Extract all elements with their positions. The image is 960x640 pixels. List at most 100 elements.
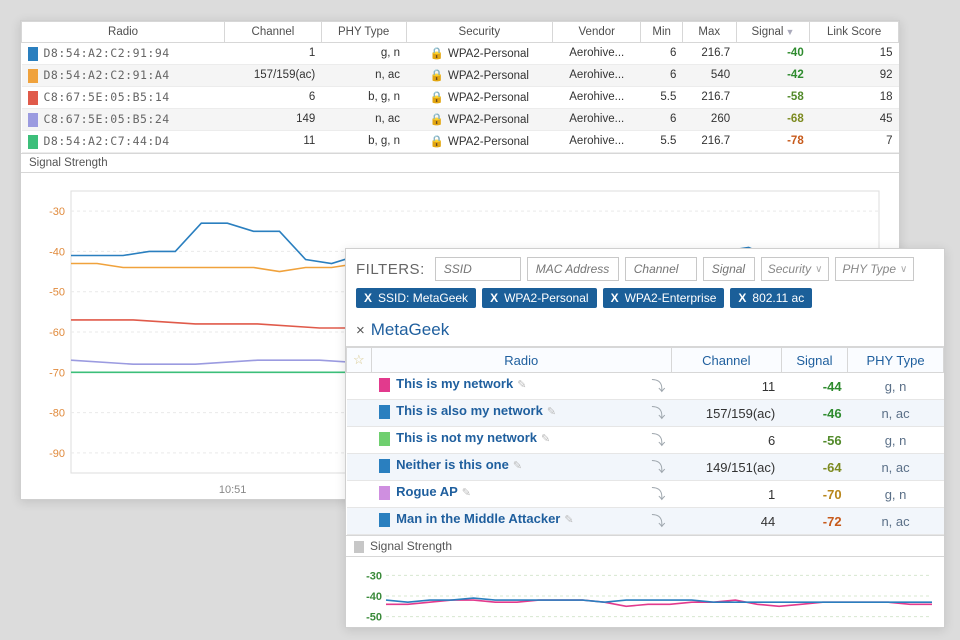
expand-arrow-icon[interactable]: ⤵ xyxy=(651,376,665,396)
ssid-header: × MetaGeek xyxy=(346,316,944,347)
ssid-input[interactable] xyxy=(435,257,521,281)
col-radio[interactable]: Radio xyxy=(371,348,671,373)
chevron-down-icon: ∨ xyxy=(900,264,907,275)
front-signal-title: Signal Strength xyxy=(346,535,944,557)
channel-input[interactable] xyxy=(625,257,697,281)
col-radio[interactable]: Radio xyxy=(22,22,225,43)
ssid-title: MetaGeek xyxy=(371,320,449,340)
table-row[interactable]: C8:67:5E:05:B5:24149n, ac🔒WPA2-PersonalA… xyxy=(22,108,899,130)
col-max[interactable]: Max xyxy=(682,22,736,43)
security-select[interactable]: Security∨ xyxy=(761,257,830,281)
edit-icon[interactable]: ✎ xyxy=(517,379,526,391)
signal-value: -78 xyxy=(736,130,810,152)
expand-arrow-icon[interactable]: ⤵ xyxy=(651,403,665,423)
network-name: Neither is this one xyxy=(396,457,509,472)
svg-text:-30: -30 xyxy=(366,570,382,582)
col-signal[interactable]: Signal▼ xyxy=(736,22,810,43)
col-min[interactable]: Min xyxy=(641,22,683,43)
edit-icon[interactable]: ✎ xyxy=(541,433,550,445)
signal-value: -56 xyxy=(781,427,847,454)
color-swatch xyxy=(379,432,390,446)
signal-strength-title: Signal Strength xyxy=(21,153,899,173)
table-row[interactable]: This is also my network✎⤵157/159(ac)-46n… xyxy=(347,400,944,427)
color-swatch xyxy=(28,47,38,61)
network-table: ☆ RadioChannelSignalPHY Type This is my n… xyxy=(346,347,944,535)
radio-table: RadioChannelPHY TypeSecurityVendorMinMax… xyxy=(21,21,899,153)
expand-arrow-icon[interactable]: ⤵ xyxy=(651,430,665,450)
col-channel[interactable]: Channel xyxy=(225,22,322,43)
filters-label: FILTERS: xyxy=(356,261,425,278)
color-swatch xyxy=(379,459,390,473)
svg-text:-90: -90 xyxy=(49,448,65,460)
color-swatch xyxy=(379,378,390,392)
table-row[interactable]: Man in the Middle Attacker✎⤵44-72n, ac xyxy=(347,508,944,535)
col-security[interactable]: Security xyxy=(406,22,553,43)
chevron-down-icon: ∨ xyxy=(815,264,822,275)
table-row[interactable]: C8:67:5E:05:B5:146b, g, n🔒WPA2-PersonalA… xyxy=(22,86,899,108)
svg-text:-50: -50 xyxy=(366,612,382,624)
mac-address: D8:54:A2:C2:91:A4 xyxy=(44,68,170,82)
table-row[interactable]: D8:54:A2:C2:91:A4157/159(ac)n, ac🔒WPA2-P… xyxy=(22,64,899,86)
color-swatch xyxy=(28,69,38,83)
expand-arrow-icon[interactable]: ⤵ xyxy=(651,457,665,477)
network-name: Man in the Middle Attacker xyxy=(396,511,560,526)
svg-text:-40: -40 xyxy=(366,591,382,603)
edit-icon[interactable]: ✎ xyxy=(462,487,471,499)
mac-address: D8:54:A2:C7:44:D4 xyxy=(44,134,170,148)
mac-input[interactable] xyxy=(527,257,619,281)
signal-value: -46 xyxy=(781,400,847,427)
expand-arrow-icon[interactable]: ⤵ xyxy=(651,484,665,504)
network-name: Rogue AP xyxy=(396,484,458,499)
col-channel[interactable]: Channel xyxy=(671,348,781,373)
mac-address: D8:54:A2:C2:91:94 xyxy=(44,46,170,60)
edit-icon[interactable]: ✎ xyxy=(513,460,522,472)
network-name: This is my network xyxy=(396,376,513,391)
table-row[interactable]: D8:54:A2:C7:44:D411b, g, n🔒WPA2-Personal… xyxy=(22,130,899,152)
mac-address: C8:67:5E:05:B5:14 xyxy=(44,90,170,104)
signal-value: -70 xyxy=(781,481,847,508)
color-swatch xyxy=(379,513,390,527)
signal-value: -64 xyxy=(781,454,847,481)
remove-chip-icon[interactable]: X xyxy=(364,291,372,305)
col-vendor[interactable]: Vendor xyxy=(553,22,641,43)
filter-chip[interactable]: XSSID: MetaGeek xyxy=(356,288,476,308)
col-phy-type[interactable]: PHY Type xyxy=(321,22,406,43)
filter-chip[interactable]: X802.11 ac xyxy=(730,288,812,308)
table-row[interactable]: Rogue AP✎⤵1-70g, n xyxy=(347,481,944,508)
lock-icon: 🔒 xyxy=(430,114,444,126)
lock-icon: 🔒 xyxy=(430,70,444,82)
col-phy-type[interactable]: PHY Type xyxy=(848,348,944,373)
expand-arrow-icon[interactable]: ⤵ xyxy=(651,511,665,531)
svg-text:10:51: 10:51 xyxy=(219,484,247,496)
network-name: This is also my network xyxy=(396,403,543,418)
color-swatch xyxy=(28,113,38,127)
col-link-score[interactable]: Link Score xyxy=(810,22,899,43)
table-row[interactable]: D8:54:A2:C2:91:941g, n🔒WPA2-PersonalAero… xyxy=(22,43,899,65)
filter-chip[interactable]: XWPA2-Personal xyxy=(482,288,597,308)
signal-input[interactable] xyxy=(703,257,755,281)
swatch-icon xyxy=(354,541,364,553)
sort-desc-icon: ▼ xyxy=(785,27,794,37)
star-icon[interactable]: ☆ xyxy=(353,352,365,367)
filter-chips: XSSID: MetaGeek XWPA2-Personal XWPA2-Enter… xyxy=(346,282,944,316)
edit-icon[interactable]: ✎ xyxy=(564,514,573,526)
close-icon[interactable]: × xyxy=(356,322,365,339)
color-swatch xyxy=(28,135,38,149)
color-swatch xyxy=(28,91,38,105)
phy-select[interactable]: PHY Type∨ xyxy=(835,257,914,281)
edit-icon[interactable]: ✎ xyxy=(547,406,556,418)
filter-chip[interactable]: XWPA2-Enterprise xyxy=(603,288,725,308)
signal-value: -72 xyxy=(781,508,847,535)
signal-value: -44 xyxy=(781,373,847,400)
remove-chip-icon[interactable]: X xyxy=(490,291,498,305)
col-signal[interactable]: Signal xyxy=(781,348,847,373)
table-row[interactable]: This is not my network✎⤵6-56g, n xyxy=(347,427,944,454)
remove-chip-icon[interactable]: X xyxy=(738,291,746,305)
table-row[interactable]: Neither is this one✎⤵149/151(ac)-64n, ac xyxy=(347,454,944,481)
network-name: This is not my network xyxy=(396,430,537,445)
svg-text:-30: -30 xyxy=(49,206,65,218)
svg-text:-70: -70 xyxy=(49,367,65,379)
svg-text:-50: -50 xyxy=(49,287,65,299)
table-row[interactable]: This is my network✎⤵11-44g, n xyxy=(347,373,944,400)
remove-chip-icon[interactable]: X xyxy=(611,291,619,305)
